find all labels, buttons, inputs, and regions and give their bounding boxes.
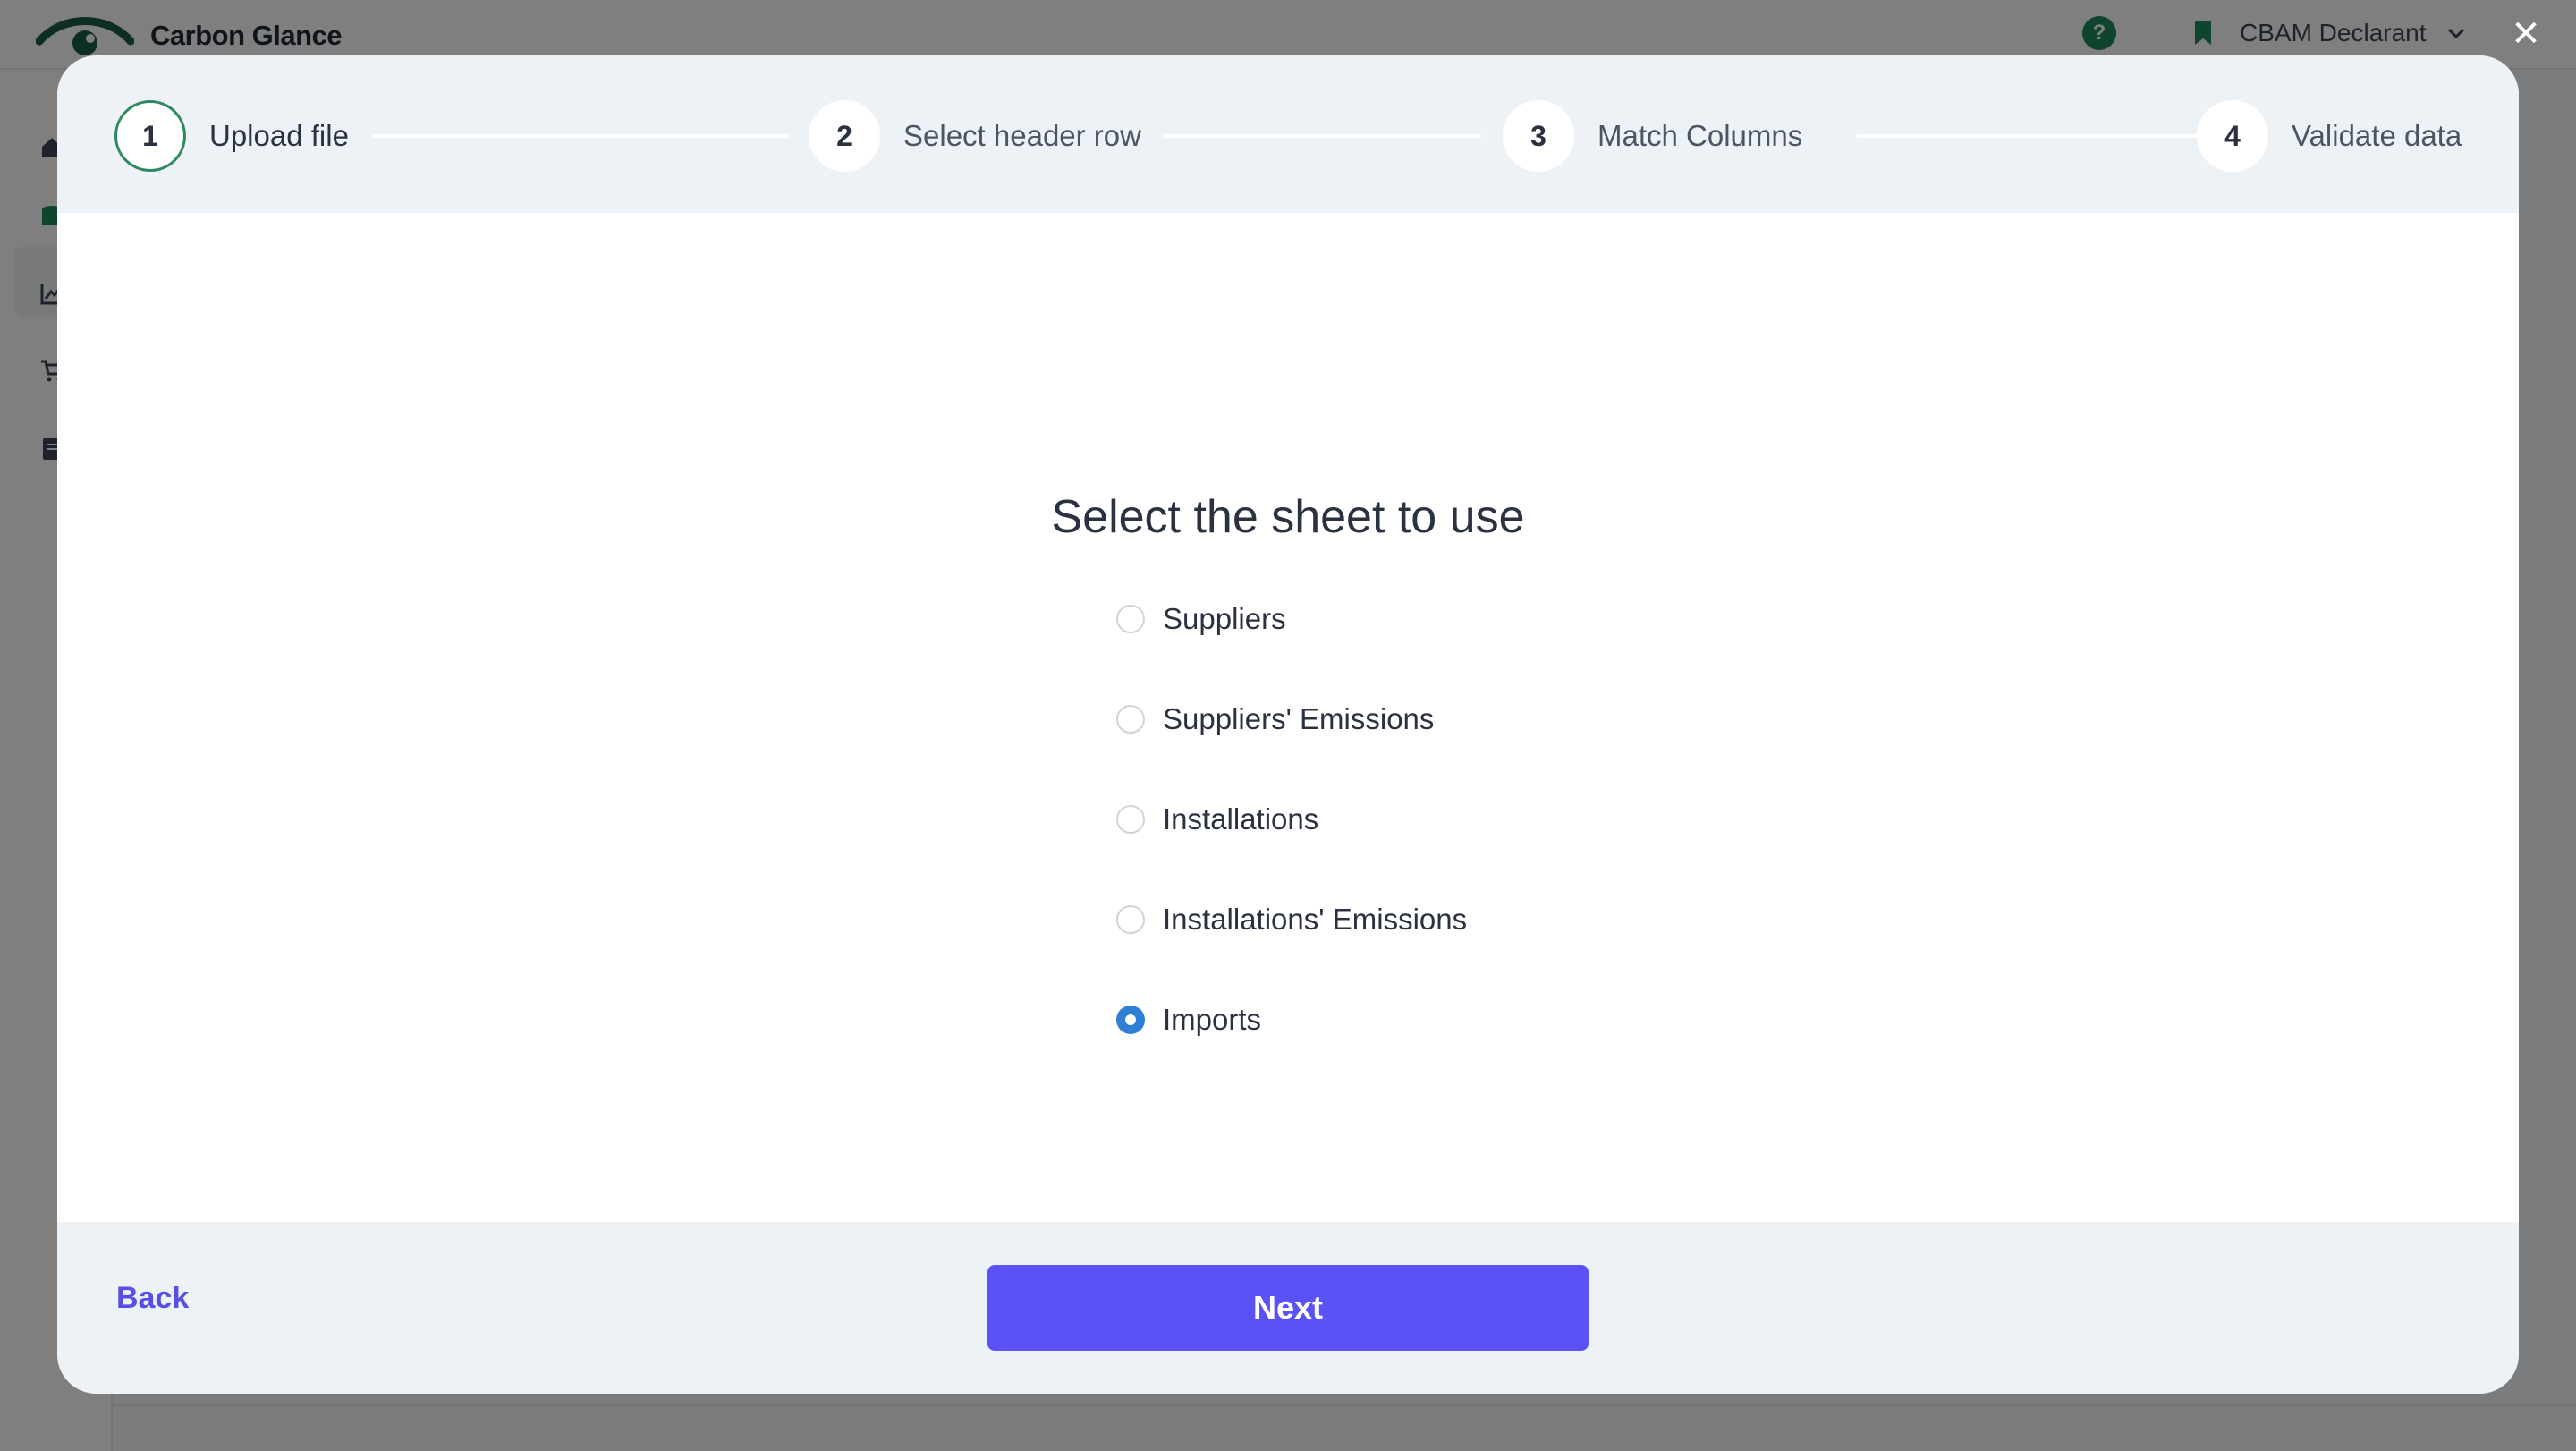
sheet-option-suppliers[interactable]: Suppliers [1116, 592, 1467, 646]
sheet-option-installations[interactable]: Installations [1116, 793, 1467, 846]
step-upload-file: 1 Upload file [114, 100, 349, 172]
wizard-footer: Back Next [57, 1222, 2519, 1394]
close-icon[interactable]: ✕ [2504, 13, 2547, 55]
step-connector [1857, 134, 2211, 138]
sheet-option-imports[interactable]: Imports [1116, 993, 1467, 1047]
step-validate-data: 4 Validate data [2197, 100, 2462, 172]
sheet-picker-title: Select the sheet to use [1051, 491, 1525, 543]
step-number: 4 [2197, 100, 2268, 172]
radio-button-selected[interactable] [1116, 1006, 1145, 1034]
sheet-option-installations-emissions[interactable]: Installations' Emissions [1116, 893, 1467, 946]
sheet-option-suppliers-emissions[interactable]: Suppliers' Emissions [1116, 692, 1467, 746]
step-select-header-row: 2 Select header row [809, 100, 1141, 172]
option-label: Suppliers' Emissions [1163, 702, 1435, 735]
step-number: 3 [1503, 100, 1574, 172]
next-button[interactable]: Next [987, 1265, 1589, 1351]
radio-button[interactable] [1116, 805, 1145, 834]
step-number: 2 [809, 100, 880, 172]
step-connector [1163, 134, 1481, 138]
step-number: 1 [114, 100, 186, 172]
step-label: Select header row [903, 119, 1141, 152]
option-label: Installations' Emissions [1163, 903, 1468, 936]
back-button[interactable]: Back [116, 1281, 189, 1316]
option-label: Imports [1163, 1003, 1262, 1036]
step-label: Validate data [2292, 119, 2462, 152]
radio-button[interactable] [1116, 705, 1145, 734]
step-match-columns: 3 Match Columns [1503, 100, 1802, 172]
radio-button[interactable] [1116, 605, 1145, 633]
step-label: Upload file [209, 119, 349, 152]
wizard-body: Select the sheet to use Suppliers Suppli… [57, 213, 2519, 1277]
option-label: Installations [1163, 802, 1319, 836]
radio-button[interactable] [1116, 905, 1145, 934]
sheet-options-list: Suppliers Suppliers' Emissions Installat… [1116, 592, 1467, 1093]
step-connector [372, 134, 789, 138]
option-label: Suppliers [1163, 602, 1286, 635]
step-label: Match Columns [1597, 119, 1803, 152]
import-wizard-modal: 1 Upload file 2 Select header row 3 Matc… [57, 55, 2519, 1394]
wizard-stepper: 1 Upload file 2 Select header row 3 Matc… [57, 55, 2519, 213]
